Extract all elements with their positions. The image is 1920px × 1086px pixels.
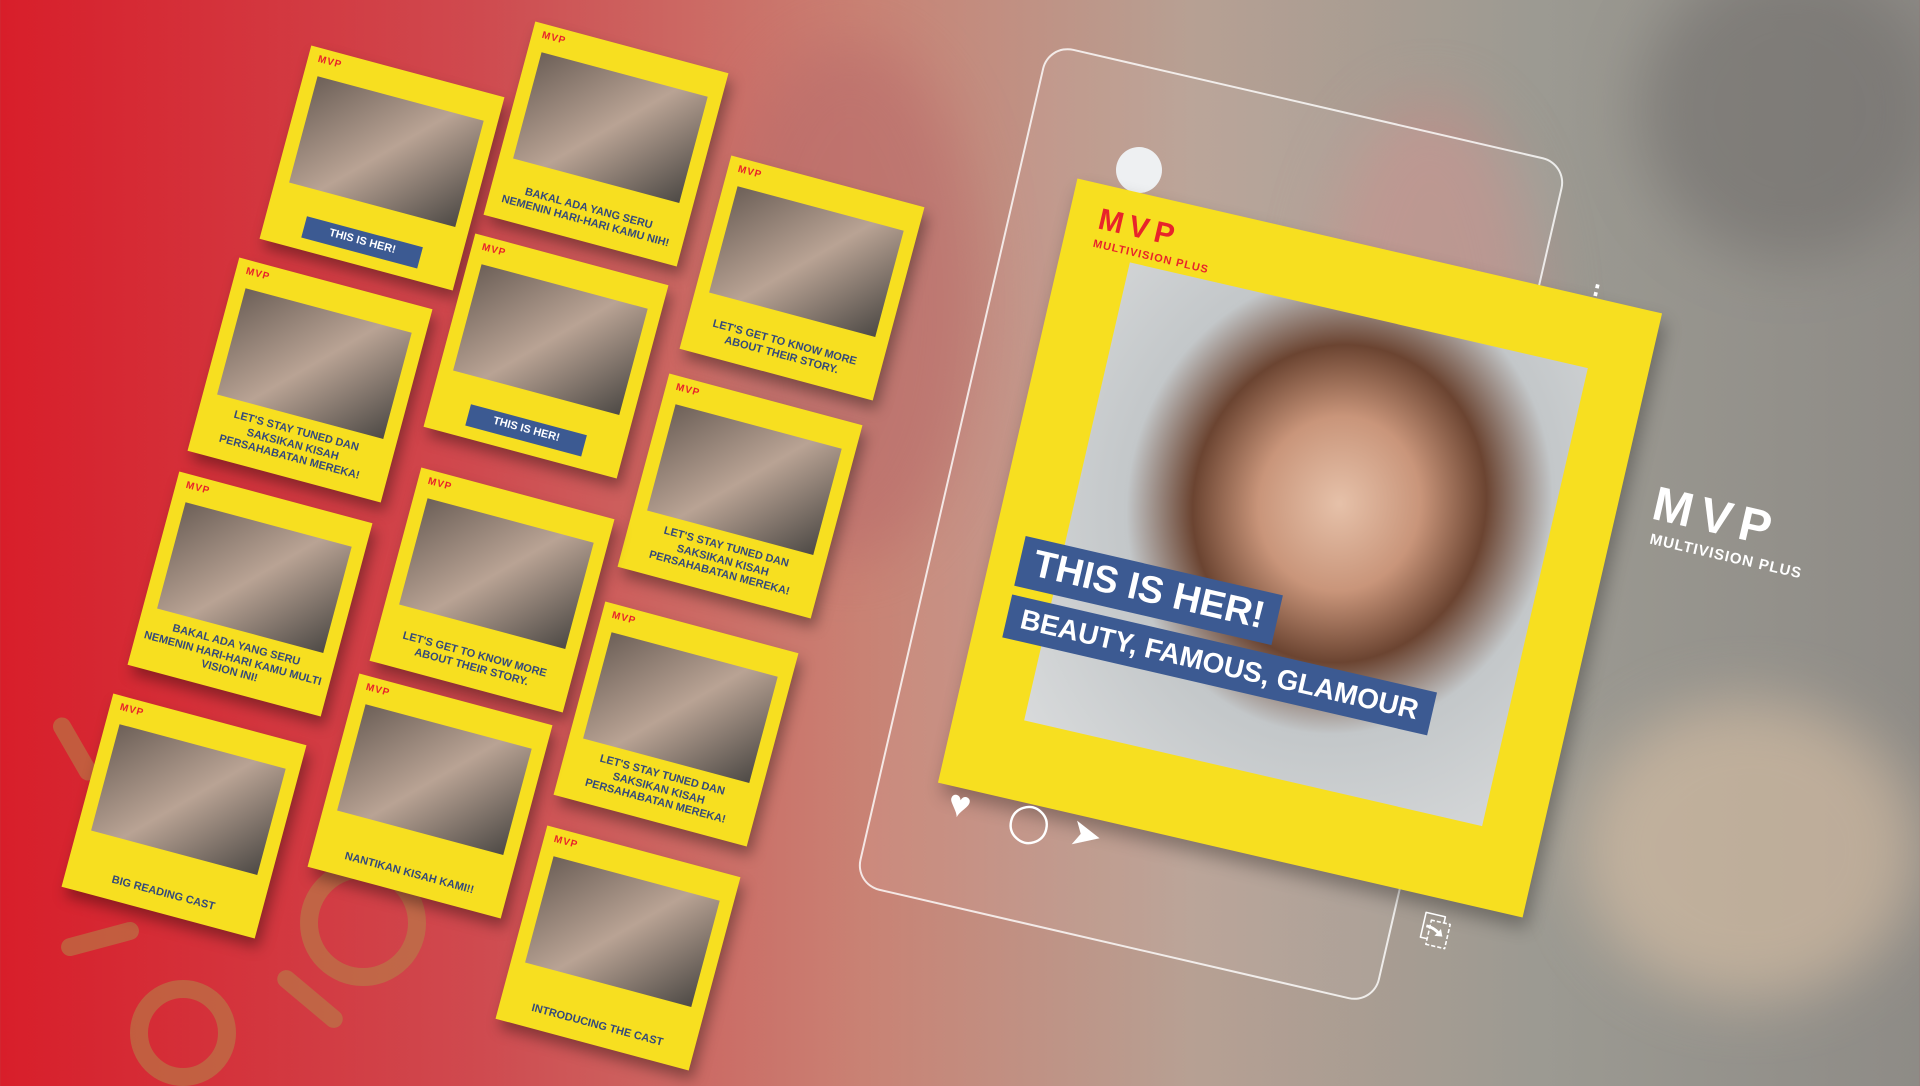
card-photo — [289, 76, 484, 227]
card-photo — [525, 856, 720, 1007]
card-caption: BIG READING CAST — [110, 873, 217, 914]
card-logo: MVP — [736, 163, 764, 181]
card-logo: MVP — [426, 475, 454, 493]
background-light — [1640, 0, 1920, 260]
post-card: MVP INTRODUCING THE CAST — [495, 825, 741, 1071]
card-photo — [709, 186, 904, 337]
decor-ring — [130, 980, 236, 1086]
card-logo: MVP — [244, 265, 272, 283]
card-logo: MVP — [480, 241, 508, 259]
post-card: MVP THIS IS HER! — [259, 45, 505, 291]
card-logo: MVP — [552, 833, 580, 851]
card-logo: MVP — [118, 701, 146, 719]
card-photo — [399, 498, 594, 649]
card-logo: MVP — [184, 479, 212, 497]
post-card: MVP BAKAL ADA YANG SERU NEMENIN HARI-HAR… — [483, 21, 729, 267]
card-logo: MVP — [316, 53, 344, 71]
card-logo: MVP — [364, 681, 392, 699]
card-caption: THIS IS HER! — [465, 404, 587, 457]
card-photo — [337, 704, 532, 855]
card-caption: THIS IS HER! — [301, 216, 423, 269]
card-photo — [91, 724, 286, 875]
post-card: MVP BAKAL ADA YANG SERU NEMENIN HARI-HAR… — [127, 471, 373, 717]
post-card: MVP THIS IS HER! — [423, 233, 669, 479]
card-logo: MVP — [610, 609, 638, 627]
avatar[interactable] — [1116, 147, 1162, 193]
background-glow — [1580, 700, 1920, 1000]
card-photo — [513, 52, 708, 203]
decor-stroke — [59, 919, 141, 959]
bookmark-icon[interactable]: ⎘ — [1416, 907, 1455, 956]
card-logo: MVP — [674, 381, 702, 399]
post-card: MVP Let's Stay Tuned DAN SAKSIKAN KISAH … — [553, 601, 799, 847]
card-photo — [453, 264, 648, 415]
card-logo: MVP — [540, 29, 568, 47]
post-card: MVP BIG READING CAST — [61, 693, 307, 939]
card-caption: INTRODUCING THE CAST — [530, 1002, 665, 1049]
post-card: MVP LET'S GET TO KNOW MORE ABOUT THEIR S… — [369, 467, 615, 713]
post-card: MVP Let's Stay Tuned DAN SAKSIKAN KISAH … — [187, 257, 433, 503]
portrait-photo — [1024, 262, 1588, 827]
